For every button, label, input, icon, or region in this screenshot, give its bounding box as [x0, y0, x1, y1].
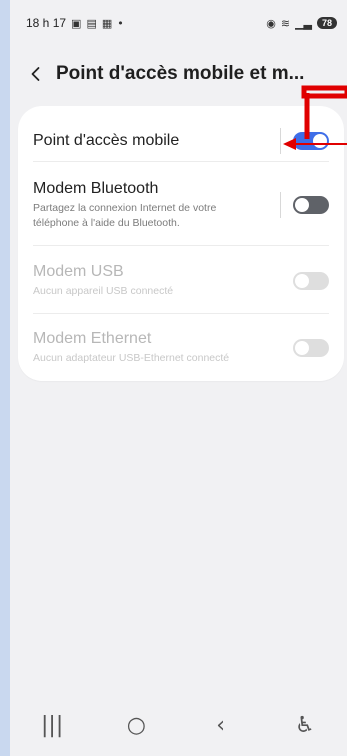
- setting-controls-hotspot: [280, 128, 329, 154]
- usb-toggle: [293, 272, 329, 290]
- hotspot-icon: ◉: [266, 16, 276, 30]
- status-right: ◉ ≋ ▁▃ 78: [266, 17, 337, 29]
- setting-row-bluetooth[interactable]: Modem Bluetooth Partagez la connexion In…: [33, 178, 329, 232]
- setting-subtitle-usb: Aucun appareil USB connecté: [33, 285, 174, 298]
- setting-subtitle-ethernet: Aucun adaptateur USB-Ethernet connecté: [33, 352, 230, 365]
- hotspot-toggle[interactable]: [293, 132, 329, 150]
- vertical-separator: [280, 128, 281, 154]
- wifi-icon: ≋: [280, 16, 291, 30]
- setting-label-usb: Modem USB: [33, 263, 124, 281]
- toggle-knob: [295, 198, 309, 212]
- back-icon[interactable]: [24, 62, 48, 86]
- toggle-knob: [295, 274, 309, 288]
- setting-main-ethernet: Modem Ethernet Aucun adaptateur USB-Ethe…: [33, 330, 229, 365]
- accessibility-icon[interactable]: ♿: [283, 703, 327, 747]
- battery-indicator: 78: [316, 17, 337, 29]
- gallery-icon: ▣: [71, 16, 82, 30]
- vertical-separator: [280, 192, 281, 218]
- row-divider: [33, 161, 329, 162]
- setting-label-bluetooth: Modem Bluetooth: [33, 180, 159, 198]
- signal-grid-icon: ▤: [86, 16, 97, 30]
- toggle-knob: [313, 134, 327, 148]
- status-left: 18 h 17 ▣ ▤ ▦ •: [26, 16, 124, 30]
- settings-card: Point d'accès mobile Modem Bluetooth Par…: [18, 106, 344, 381]
- status-time: 18 h 17: [26, 16, 67, 30]
- toggle-knob: [295, 341, 309, 355]
- grid-icon: ▦: [101, 16, 113, 30]
- system-navigation-bar: ||| ○ ‹ ♿: [10, 694, 347, 756]
- back-icon[interactable]: ‹: [199, 703, 243, 747]
- setting-label-hotspot: Point d'accès mobile: [33, 132, 180, 149]
- row-divider: [33, 313, 329, 314]
- status-dot: •: [117, 16, 124, 30]
- bluetooth-toggle[interactable]: [293, 196, 329, 214]
- ethernet-toggle: [293, 339, 329, 357]
- setting-row-ethernet: Modem Ethernet Aucun adaptateur USB-Ethe…: [33, 328, 329, 368]
- setting-row-usb: Modem USB Aucun appareil USB connecté: [33, 261, 329, 301]
- setting-label-ethernet: Modem Ethernet: [33, 330, 152, 348]
- setting-main-hotspot: Point d'accès mobile: [33, 132, 179, 150]
- row-divider: [33, 245, 329, 246]
- setting-controls-bluetooth: [280, 192, 329, 218]
- signal-icon: ▁▃: [295, 16, 312, 30]
- home-icon[interactable]: ○: [114, 703, 158, 747]
- setting-main-bluetooth: Modem Bluetooth Partagez la connexion In…: [33, 180, 263, 229]
- page-header: Point d'accès mobile et m...: [24, 57, 339, 91]
- setting-main-usb: Modem USB Aucun appareil USB connecté: [33, 263, 173, 298]
- recent-apps-icon[interactable]: |||: [30, 703, 74, 747]
- page-title: Point d'accès mobile et m...: [56, 63, 305, 84]
- setting-subtitle-bluetooth: Partagez la connexion Internet de votre …: [33, 202, 217, 229]
- setting-row-hotspot[interactable]: Point d'accès mobile: [33, 124, 329, 158]
- status-bar: 18 h 17 ▣ ▤ ▦ • ◉ ≋ ▁▃ 78: [26, 10, 337, 36]
- phone-screen: 18 h 17 ▣ ▤ ▦ • ◉ ≋ ▁▃ 78 Point d'accès …: [10, 0, 347, 756]
